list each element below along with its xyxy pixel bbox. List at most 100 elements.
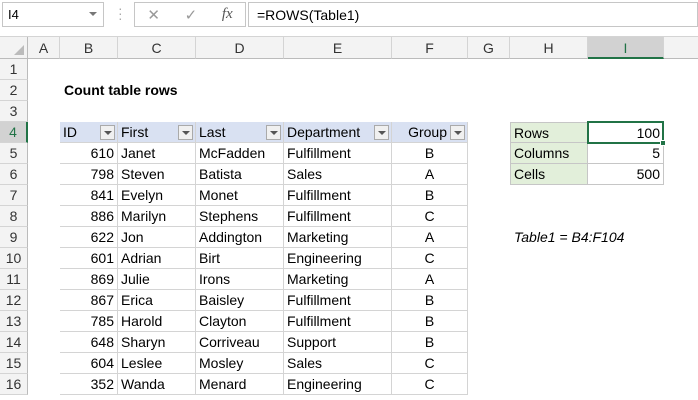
column-header-d[interactable]: D [196,37,284,59]
row-header-7[interactable]: 7 [0,185,28,206]
row-header-8[interactable]: 8 [0,206,28,227]
fill-handle[interactable] [660,140,666,146]
table-cell[interactable]: 841 [60,185,118,206]
table-cell[interactable]: Irons [196,269,284,290]
table-cell[interactable]: Steven [118,164,196,185]
table-cell[interactable]: Menard [196,374,284,395]
filter-dropdown-icon[interactable] [100,125,115,140]
row-header-9[interactable]: 9 [0,227,28,248]
table-cell[interactable]: Birt [196,248,284,269]
table-cell[interactable]: 886 [60,206,118,227]
summary-label[interactable]: Cells [510,164,588,185]
column-header-h[interactable]: H [510,37,588,59]
table-cell[interactable]: 867 [60,290,118,311]
table-cell[interactable]: C [392,353,468,374]
table-cell[interactable]: B [392,290,468,311]
table-cell[interactable]: 622 [60,227,118,248]
row-header-11[interactable]: 11 [0,269,28,290]
table-cell[interactable]: B [392,332,468,353]
table-header-department[interactable]: Department [284,122,392,143]
table-cell[interactable]: Leslee [118,353,196,374]
table-cell[interactable]: Baisley [196,290,284,311]
filter-dropdown-icon[interactable] [374,125,389,140]
table-cell[interactable]: Marketing [284,269,392,290]
summary-value[interactable]: 5 [588,143,664,164]
formula-input[interactable]: =ROWS(Table1) [248,2,698,27]
table-cell[interactable]: 601 [60,248,118,269]
row-header-3[interactable]: 3 [0,101,28,122]
table-cell[interactable]: A [392,269,468,290]
table-cell[interactable]: B [392,311,468,332]
table-cell[interactable]: Engineering [284,374,392,395]
chevron-down-icon[interactable] [89,12,97,16]
table-cell[interactable]: 785 [60,311,118,332]
table-cell[interactable]: C [392,374,468,395]
table-cell[interactable]: Corriveau [196,332,284,353]
column-header-a[interactable]: A [28,37,60,59]
row-header-2[interactable]: 2 [0,80,28,101]
table-cell[interactable]: Fulfillment [284,290,392,311]
table-cell[interactable]: Julie [118,269,196,290]
table-cell[interactable]: Evelyn [118,185,196,206]
filter-dropdown-icon[interactable] [450,125,465,140]
table-cell[interactable]: 352 [60,374,118,395]
cancel-icon[interactable]: ✕ [147,6,160,24]
table-cell[interactable]: Marilyn [118,206,196,227]
row-header-14[interactable]: 14 [0,332,28,353]
table-header-first[interactable]: First [118,122,196,143]
table-cell[interactable]: Sales [284,164,392,185]
table-cell[interactable]: Jon [118,227,196,248]
table-cell[interactable]: Fulfillment [284,185,392,206]
table-cell[interactable]: 604 [60,353,118,374]
row-header-16[interactable]: 16 [0,374,28,395]
table-cell[interactable]: Sharyn [118,332,196,353]
table-cell[interactable]: Marketing [284,227,392,248]
table-cell[interactable]: Janet [118,143,196,164]
filter-dropdown-icon[interactable] [266,125,281,140]
table-cell[interactable]: B [392,143,468,164]
column-header-j[interactable] [664,37,698,59]
summary-label[interactable]: Rows [510,122,588,143]
table-cell[interactable]: B [392,185,468,206]
table-cell[interactable]: Harold [118,311,196,332]
table-cell[interactable]: 610 [60,143,118,164]
table-cell[interactable]: C [392,206,468,227]
table-cell[interactable]: Batista [196,164,284,185]
table-header-last[interactable]: Last [196,122,284,143]
column-header-b[interactable]: B [60,37,118,59]
row-header-15[interactable]: 15 [0,353,28,374]
row-header-4[interactable]: 4 [0,122,28,143]
table-cell[interactable]: 869 [60,269,118,290]
column-header-e[interactable]: E [284,37,392,59]
table-cell[interactable]: A [392,227,468,248]
row-header-6[interactable]: 6 [0,164,28,185]
insert-function-icon[interactable]: fx [222,6,233,23]
table-cell[interactable]: Addington [196,227,284,248]
table-header-id[interactable]: ID [60,122,118,143]
table-cell[interactable]: Support [284,332,392,353]
table-cell[interactable]: 798 [60,164,118,185]
enter-icon[interactable]: ✓ [185,6,198,24]
row-header-1[interactable]: 1 [0,59,28,80]
table-cell[interactable]: Fulfillment [284,311,392,332]
table-cell[interactable]: Monet [196,185,284,206]
table-header-group[interactable]: Group [392,122,468,143]
table-cell[interactable]: Clayton [196,311,284,332]
select-all-button[interactable] [0,37,28,59]
table-cell[interactable]: C [392,248,468,269]
table-cell[interactable]: Adrian [118,248,196,269]
column-header-c[interactable]: C [118,37,196,59]
column-header-f[interactable]: F [392,37,468,59]
table-cell[interactable]: A [392,164,468,185]
row-header-13[interactable]: 13 [0,311,28,332]
filter-dropdown-icon[interactable] [178,125,193,140]
column-header-g[interactable]: G [468,37,510,59]
table-cell[interactable]: Stephens [196,206,284,227]
summary-value[interactable]: 500 [588,164,664,185]
row-header-10[interactable]: 10 [0,248,28,269]
table-cell[interactable]: Engineering [284,248,392,269]
column-header-i[interactable]: I [588,37,664,59]
table-cell[interactable]: Fulfillment [284,143,392,164]
row-header-12[interactable]: 12 [0,290,28,311]
table-cell[interactable]: Erica [118,290,196,311]
